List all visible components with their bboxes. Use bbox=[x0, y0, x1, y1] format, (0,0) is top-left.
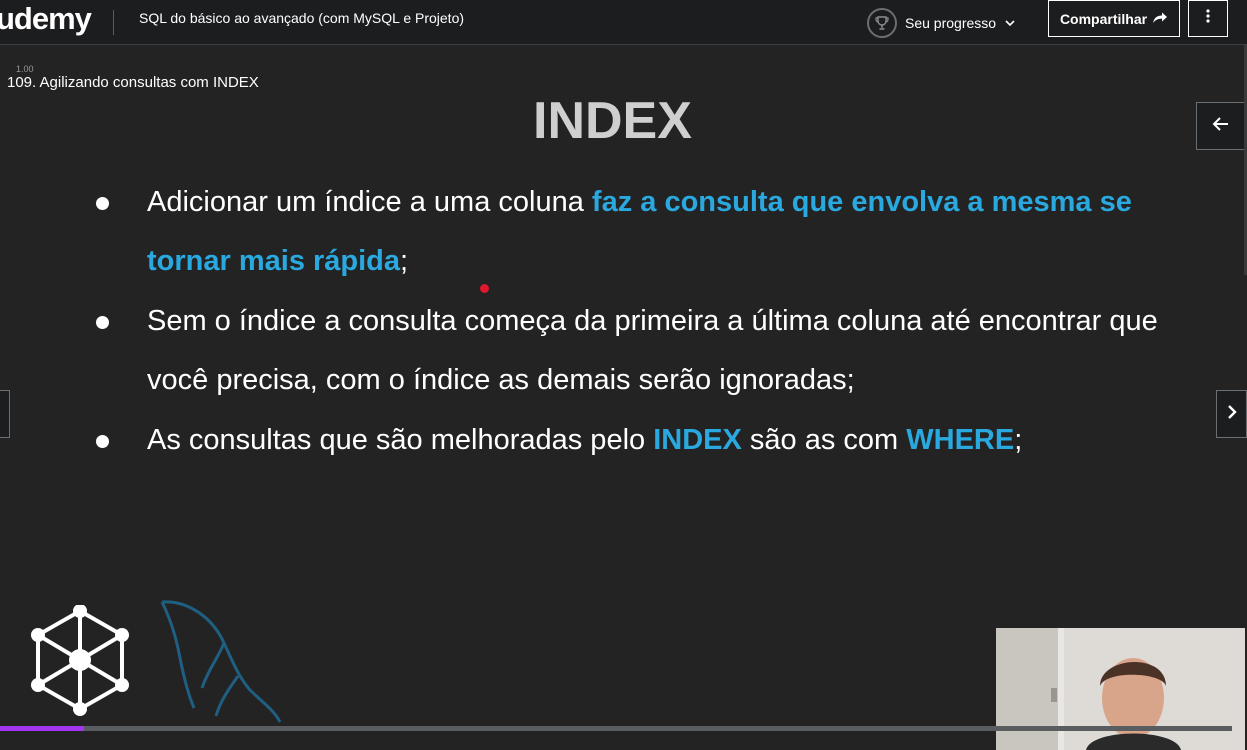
share-button-label: Compartilhar bbox=[1059, 10, 1148, 27]
chevron-down-icon bbox=[1004, 17, 1016, 29]
mysql-dolphin-logo bbox=[158, 598, 283, 733]
expand-sidebar-button[interactable] bbox=[1196, 102, 1245, 150]
progress-dropdown[interactable]: Seu progresso bbox=[867, 0, 1016, 45]
bullet-dot bbox=[96, 435, 109, 448]
share-button[interactable]: Compartilhar bbox=[1048, 0, 1180, 37]
speed-mark: 1.00 bbox=[16, 64, 34, 74]
top-bar: udemy SQL do básico ao avançado (com MyS… bbox=[0, 0, 1247, 45]
next-lecture-button[interactable] bbox=[1216, 390, 1247, 438]
previous-lecture-button[interactable] bbox=[0, 390, 10, 438]
udemy-logo[interactable]: udemy bbox=[0, 1, 92, 37]
network-cube-logo bbox=[28, 604, 132, 730]
course-title[interactable]: SQL do básico ao avançado (com MySQL e P… bbox=[139, 10, 464, 26]
bullet-text: são as com bbox=[741, 424, 907, 456]
chevron-right-icon bbox=[1226, 404, 1238, 425]
slide-bullet: As consultas que são melhoradas pelo IND… bbox=[96, 411, 1207, 470]
bullet-text: Adicionar um índice a uma coluna bbox=[147, 186, 592, 218]
player-controls bbox=[0, 731, 1000, 750]
bullet-text: Sem o índice a consulta começa da primei… bbox=[147, 305, 1158, 396]
more-vertical-icon bbox=[1206, 9, 1210, 28]
bullet-highlight: INDEX bbox=[653, 424, 742, 456]
bullet-highlight: WHERE bbox=[906, 424, 1015, 456]
bullet-text: ; bbox=[400, 245, 409, 277]
progress-label: Seu progresso bbox=[905, 14, 997, 31]
trophy-icon bbox=[867, 7, 897, 38]
bullet-dot bbox=[96, 197, 109, 210]
lecture-title: 109. Agilizando consultas com INDEX bbox=[7, 74, 259, 91]
header-divider bbox=[113, 10, 114, 35]
bullet-text: As consultas que são melhoradas pelo bbox=[147, 424, 654, 456]
instructor-webcam bbox=[996, 628, 1245, 750]
bullet-dot bbox=[96, 316, 109, 329]
arrow-left-icon bbox=[1211, 114, 1231, 139]
share-arrow-icon bbox=[1152, 10, 1168, 27]
slide-heading: INDEX bbox=[533, 92, 692, 150]
slide-bullet: Sem o índice a consulta começa da primei… bbox=[96, 292, 1207, 410]
more-options-button[interactable] bbox=[1188, 0, 1228, 37]
bullet-text: ; bbox=[1014, 424, 1023, 456]
video-player[interactable]: 1.00 109. Agilizando consultas com INDEX… bbox=[0, 45, 1247, 750]
slide-bullet: Adicionar um índice a uma coluna faz a c… bbox=[96, 173, 1207, 291]
